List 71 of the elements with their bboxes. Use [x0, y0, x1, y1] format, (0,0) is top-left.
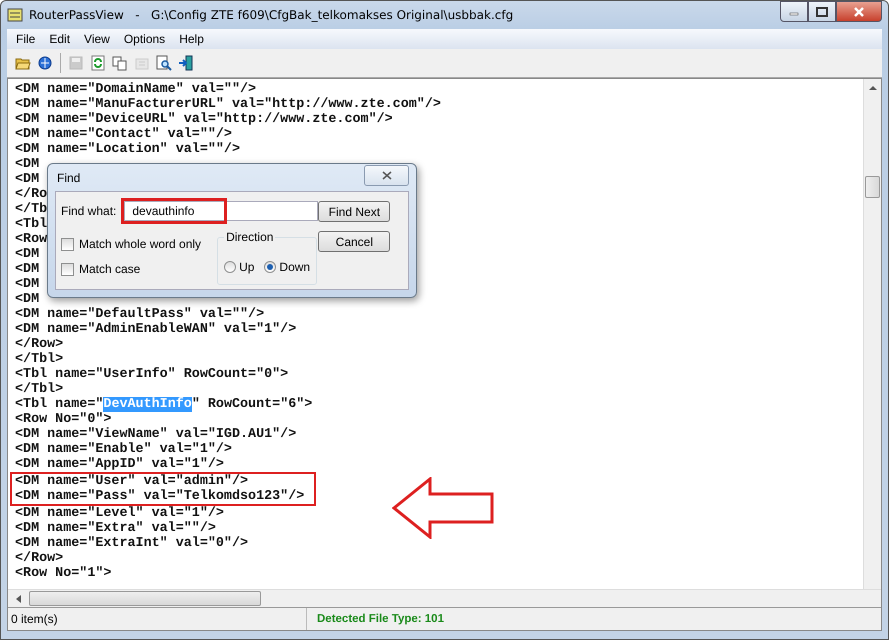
- code-text: <DM: [15, 157, 40, 172]
- close-icon[interactable]: [382, 171, 392, 180]
- selected-text: DevAuthInfo: [103, 397, 192, 412]
- code-text: </Row>: [15, 337, 64, 352]
- exit-icon[interactable]: [178, 55, 194, 71]
- code-text: </Tbl>: [15, 352, 64, 367]
- code-text: <DM name="Pass" val="Telkomdso123"/>: [15, 489, 304, 504]
- code-text: <DM name="DomainName" val=""/>: [15, 82, 256, 97]
- app-icon: [7, 8, 23, 22]
- code-text: " RowCount="6">: [192, 397, 312, 412]
- search-icon[interactable]: [156, 55, 172, 71]
- menu-item[interactable]: Edit: [42, 32, 78, 46]
- code-text: </Tbl>: [15, 382, 64, 397]
- file-type-status: Detected File Type: 101: [316, 613, 444, 625]
- dialog-button[interactable]: Find Next: [318, 201, 390, 222]
- code-text: <DM name="Extra" val=""/>: [15, 521, 216, 536]
- close-button[interactable]: [836, 1, 882, 22]
- code-text: <DM: [15, 247, 40, 262]
- code-text: <DM name="ExtraInt" val="0"/>: [15, 536, 248, 551]
- menu-item[interactable]: Options: [116, 32, 172, 46]
- code-text: <DM: [15, 172, 40, 187]
- code-text: <DM name="User" val="admin"/>: [15, 474, 248, 489]
- maximize-button[interactable]: [808, 1, 836, 22]
- code-text: <Tbl name=": [15, 397, 104, 412]
- vertical-scrollbar[interactable]: [863, 79, 881, 589]
- maximize-icon[interactable]: [816, 6, 828, 16]
- menu-item[interactable]: View: [77, 32, 117, 46]
- code-text: </Tb: [15, 202, 48, 217]
- menu-item[interactable]: Help: [172, 32, 211, 46]
- input-field[interactable]: devauthinfo: [124, 201, 318, 221]
- minimize-button[interactable]: [780, 1, 808, 22]
- code-text: <Tbl: [15, 217, 48, 232]
- code-text: <DM name="ViewName" val="IGD.AU1"/>: [15, 427, 296, 442]
- code-text: <Row No="1">: [15, 566, 112, 581]
- field-label: Find what:: [61, 204, 116, 218]
- code-text: <DM name="AppID" val="1"/>: [15, 457, 224, 472]
- radio-button[interactable]: Up: [224, 260, 254, 274]
- radio-button[interactable]: Down: [264, 260, 310, 274]
- code-text: <Row No="0">: [15, 412, 112, 427]
- code-text: <DM name="AdminEnableWAN" val="1"/>: [15, 322, 296, 337]
- dialog-button[interactable]: Cancel: [318, 231, 390, 252]
- globe-icon[interactable]: [37, 55, 53, 71]
- code-text: </Ro: [15, 187, 48, 202]
- code-text: <DM: [15, 262, 40, 277]
- dialog-title: Find: [56, 170, 80, 184]
- scroll-thumb[interactable]: [865, 176, 880, 198]
- copy-icon[interactable]: [112, 55, 128, 71]
- code-text: <DM name="Location" val=""/>: [15, 142, 240, 157]
- code-text: <DM name="Enable" val="1"/>: [15, 442, 232, 457]
- window-title: RouterPassView - G:\Config ZTE f609\CfgBak_telkomakses Original\usbbak.cfg: [29, 8, 514, 22]
- arrow-icon: [392, 477, 494, 539]
- code-text: <DM name="Level" val="1"/>: [15, 506, 224, 521]
- horizontal-scrollbar[interactable]: [8, 589, 881, 607]
- code-text: <DM: [15, 292, 40, 307]
- code-text: <Tbl name="UserInfo" RowCount="0">: [15, 367, 288, 382]
- checkbox[interactable]: Match whole word only: [61, 237, 202, 251]
- code-text: <DM name="Contact" val=""/>: [15, 127, 232, 142]
- code-text: <DM name="ManuFacturerURL" val="http://www.zte.com"/>: [15, 97, 441, 112]
- code-text: <DM: [15, 277, 40, 292]
- up-arrow-icon[interactable]: [868, 85, 876, 90]
- menu-item[interactable]: File: [9, 32, 42, 46]
- scroll-thumb[interactable]: [29, 591, 261, 606]
- close-button[interactable]: [364, 165, 409, 186]
- checkbox[interactable]: Match case: [61, 262, 202, 276]
- code-text: </Row>: [15, 551, 64, 566]
- code-text: <DM name="DefaultPass" val=""/>: [15, 307, 264, 322]
- item-count: 0 item(s): [11, 612, 58, 626]
- refresh-icon[interactable]: [90, 55, 106, 71]
- code-text: <DM name="DeviceURL" val="http://www.zte.com"/>: [15, 112, 393, 127]
- group-label: Direction: [224, 230, 276, 244]
- code-text: <Row: [15, 232, 48, 247]
